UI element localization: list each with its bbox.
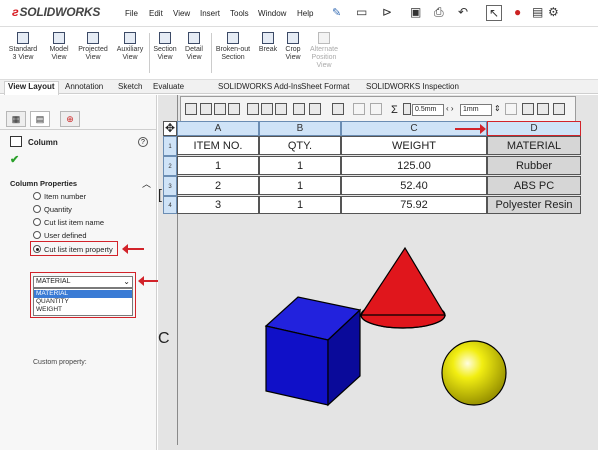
cube[interactable] — [264, 296, 362, 407]
cone-body — [359, 246, 447, 316]
cone[interactable] — [359, 246, 447, 329]
model-shapes — [264, 246, 507, 407]
sphere[interactable] — [441, 340, 507, 406]
sphere-body — [441, 340, 507, 406]
cube-front-face — [265, 325, 329, 406]
